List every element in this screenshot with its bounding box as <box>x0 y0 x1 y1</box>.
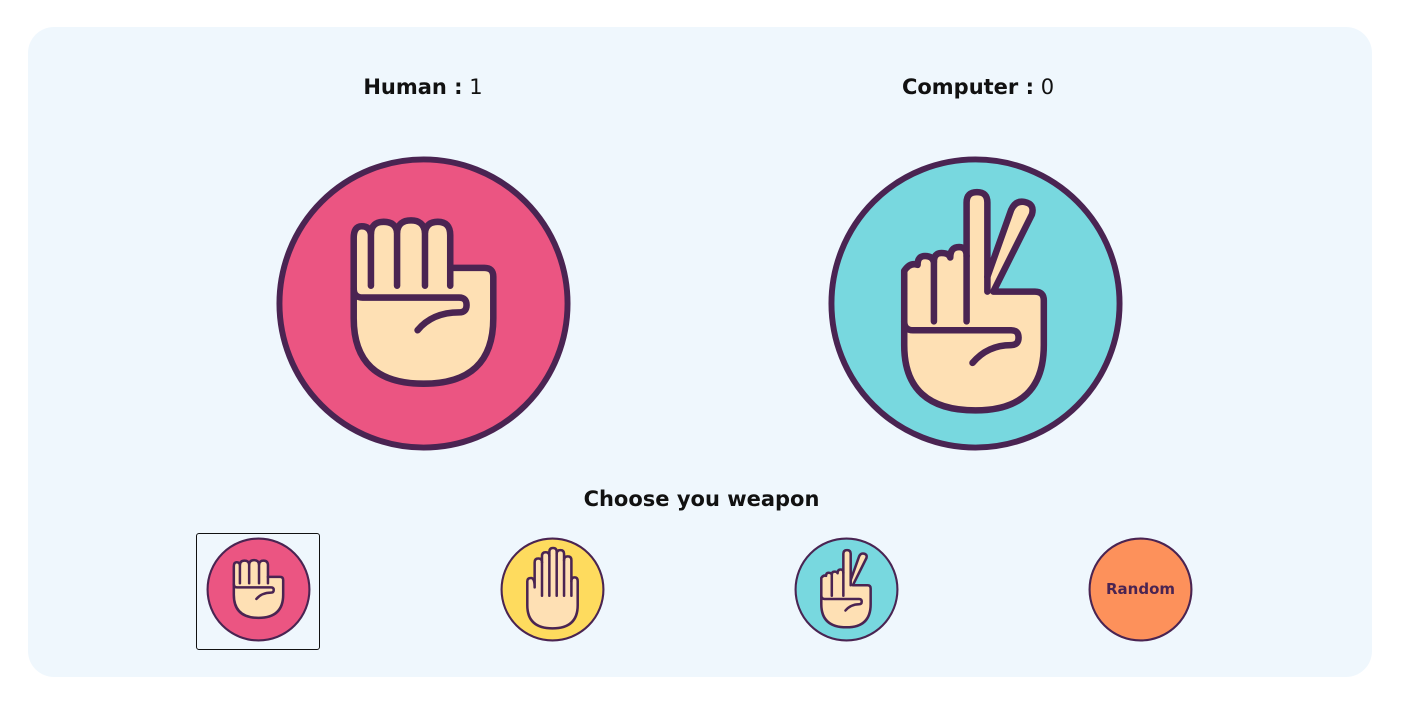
human-score: Human : 1 <box>323 72 523 102</box>
fist-icon <box>276 156 571 451</box>
open-hand-icon <box>500 537 605 642</box>
random-button-label: Random <box>1105 580 1176 598</box>
human-score-value: 1 <box>469 75 483 99</box>
choose-weapon-title: Choose you weapon <box>583 487 820 511</box>
peace-hand-icon <box>828 156 1123 451</box>
fist-icon <box>206 537 311 642</box>
peace-hand-icon <box>794 537 899 642</box>
scissors-button[interactable] <box>794 537 899 642</box>
human-score-label: Human : <box>363 75 463 99</box>
paper-button[interactable] <box>500 537 605 642</box>
computer-choice-display <box>827 155 1124 452</box>
computer-score-value: 0 <box>1040 75 1055 99</box>
human-choice-display <box>275 155 572 452</box>
rock-button[interactable] <box>206 537 311 642</box>
random-button[interactable]: Random <box>1088 537 1193 642</box>
computer-score-label: Computer : <box>901 75 1034 99</box>
computer-score: Computer : 0 <box>878 72 1078 102</box>
